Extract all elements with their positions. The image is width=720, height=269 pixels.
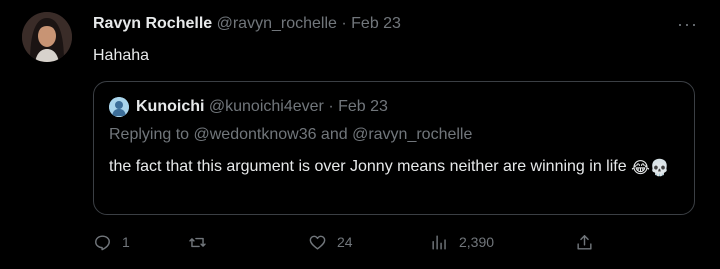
share-button[interactable] xyxy=(575,230,594,254)
tweet-actions: 1 24 2,390 xyxy=(93,230,613,254)
replying-to-line: Replying to @wedontknow36 and @ravyn_roc… xyxy=(109,126,472,144)
quoted-author-handle[interactable]: @kunoichi4ever xyxy=(209,98,324,115)
quoted-header-separator: · xyxy=(328,98,334,115)
replying-to-prefix: Replying to xyxy=(109,126,194,143)
like-button[interactable]: 24 xyxy=(308,230,353,254)
like-count: 24 xyxy=(337,234,353,250)
reply-mention-wedontknow36[interactable]: @wedontknow36 xyxy=(194,126,317,143)
skull-emoji: 💀 xyxy=(649,160,670,177)
tweet-header: Ravyn Rochelle @ravyn_rochelle · Feb 23 xyxy=(93,15,401,33)
header-separator: · xyxy=(341,15,347,32)
quoted-tweet-text: the fact that this argument is over Jonn… xyxy=(109,156,679,179)
replying-to-and: and xyxy=(316,126,353,143)
quoted-tweet-date[interactable]: Feb 23 xyxy=(338,98,388,115)
retweet-button[interactable] xyxy=(188,230,217,254)
tweet[interactable]: Ravyn Rochelle @ravyn_rochelle · Feb 23 … xyxy=(0,0,720,269)
quoted-author-avatar[interactable] xyxy=(109,97,129,117)
author-name[interactable]: Ravyn Rochelle xyxy=(93,15,212,32)
reply-button[interactable]: 1 xyxy=(93,230,130,254)
share-icon xyxy=(577,234,592,250)
reply-icon xyxy=(95,234,110,250)
view-count: 2,390 xyxy=(459,234,495,250)
quoted-tweet-header: Kunoichi @kunoichi4ever · Feb 23 xyxy=(136,98,388,116)
quoted-tweet[interactable]: Kunoichi @kunoichi4ever · Feb 23 Replyin… xyxy=(93,81,695,215)
reply-mention-ravyn-rochelle[interactable]: @ravyn_rochelle xyxy=(352,126,472,143)
tweet-date[interactable]: Feb 23 xyxy=(351,15,401,32)
quoted-author-name[interactable]: Kunoichi xyxy=(136,98,204,115)
author-handle[interactable]: @ravyn_rochelle xyxy=(217,15,337,32)
views-bar-chart-icon xyxy=(432,234,446,250)
heart-icon xyxy=(309,235,326,250)
views-button[interactable]: 2,390 xyxy=(430,230,494,254)
tears-of-joy-emoji: 😂 xyxy=(631,160,650,177)
author-avatar[interactable] xyxy=(22,12,72,62)
ellipsis-icon[interactable]: ··· xyxy=(677,14,698,35)
retweet-icon xyxy=(189,237,206,247)
tweet-text: Hahaha xyxy=(93,47,150,64)
reply-count: 1 xyxy=(122,234,130,250)
quoted-tweet-body: the fact that this argument is over Jonn… xyxy=(109,158,627,175)
